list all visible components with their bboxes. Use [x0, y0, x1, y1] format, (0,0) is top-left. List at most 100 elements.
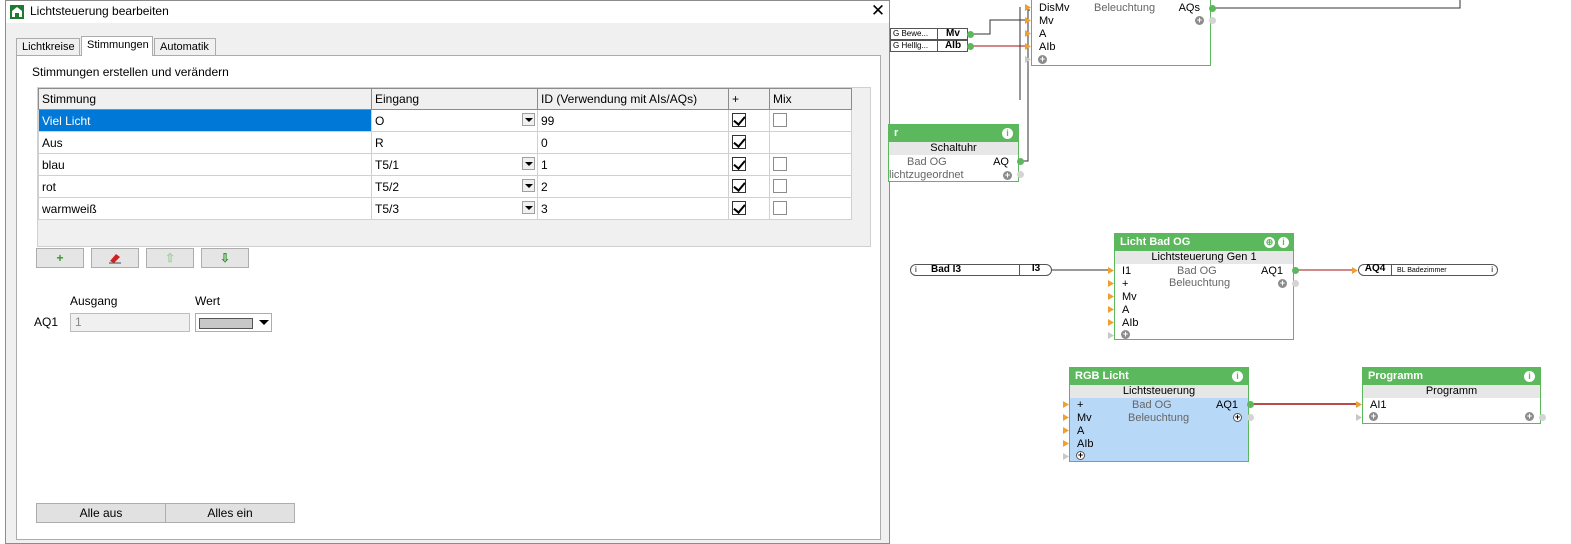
add-input-icon[interactable]: + — [1076, 451, 1085, 460]
cell-id[interactable]: 0 — [537, 131, 729, 154]
plus-checkbox[interactable] — [732, 201, 746, 215]
output-port[interactable] — [1539, 414, 1546, 421]
mix-checkbox[interactable] — [773, 157, 787, 171]
column-header-id[interactable]: ID (Verwendung mit AIs/AQs) — [537, 88, 729, 110]
column-header-mix[interactable]: Mix — [769, 88, 852, 110]
alles-ein-button[interactable]: Alles ein — [165, 503, 295, 523]
add-output-icon[interactable]: + — [1233, 413, 1242, 422]
wert-color-picker[interactable] — [195, 313, 272, 332]
output-port[interactable] — [1209, 17, 1216, 24]
table-row[interactable]: rot T5/2 2 — [38, 175, 852, 198]
dropdown-arrow-icon[interactable] — [522, 113, 535, 126]
cell-eingang[interactable]: O — [371, 109, 538, 132]
plus-checkbox[interactable] — [732, 113, 746, 127]
output-port[interactable] — [1292, 280, 1299, 287]
tab-automatik[interactable]: Automatik — [154, 38, 216, 55]
licht-bad-og-block[interactable]: Licht Bad OG ⊕ i Lichtsteuerung Gen 1 I1… — [1114, 233, 1294, 340]
block-subtitle: Schaltuhr — [889, 142, 1018, 155]
add-button[interactable]: + — [36, 248, 84, 268]
table-row[interactable]: warmweiß T5/3 3 — [38, 197, 852, 220]
move-up-button[interactable]: ⇧ — [146, 248, 194, 268]
cell-eingang[interactable]: R — [371, 131, 538, 154]
pin-dismv: DisMv — [1039, 2, 1070, 14]
dropdown-arrow-icon[interactable] — [522, 201, 535, 214]
cell-id[interactable]: 1 — [537, 153, 729, 176]
add-output-icon[interactable]: + — [1525, 412, 1534, 421]
table-row[interactable]: Aus R 0 — [38, 131, 852, 154]
move-down-button[interactable]: ⇩ — [201, 248, 249, 268]
ref-right-text: AIb — [937, 40, 968, 51]
table-row[interactable]: Viel Licht O 99 — [38, 109, 852, 132]
add-input-icon[interactable]: + — [1369, 412, 1378, 421]
output-ref-aq4[interactable]: AQ4 BL Badezimmer i — [1358, 264, 1498, 276]
add-output-icon[interactable]: + — [1003, 171, 1012, 180]
cell-stimmung[interactable]: Aus — [38, 131, 372, 154]
section-label: Stimmungen erstellen und verändern — [32, 65, 229, 79]
mix-checkbox[interactable] — [773, 201, 787, 215]
close-icon[interactable]: ✕ — [868, 2, 888, 22]
output-port[interactable] — [1017, 171, 1024, 178]
beleuchtung-block[interactable]: DisMv Mv A AIb Beleuchtung AQs + + — [1031, 0, 1211, 66]
ausgang-field[interactable]: 1 — [70, 313, 190, 332]
cell-mix — [769, 153, 852, 176]
mix-checkbox[interactable] — [773, 179, 787, 193]
pin-plus: + — [1122, 278, 1129, 290]
ref-block-bewegung[interactable]: G Bewe... Mv — [890, 28, 968, 40]
programm-block[interactable]: Programm i Programm AI1 + + — [1362, 367, 1541, 424]
add-input-icon[interactable]: + — [1121, 330, 1130, 339]
pin-aib: AIb — [1077, 438, 1094, 450]
pin-aib: AIb — [1039, 41, 1056, 53]
info-icon[interactable]: i — [1278, 237, 1289, 248]
ref-block-helligkeit[interactable]: G Helllg... AIb — [890, 40, 968, 52]
plus-checkbox[interactable] — [732, 157, 746, 171]
block-label: lichtzugeordnet — [889, 169, 964, 181]
output-port[interactable] — [1209, 5, 1216, 12]
dropdown-arrow-icon[interactable] — [522, 179, 535, 192]
cell-eingang[interactable]: T5/1 — [371, 153, 538, 176]
schaltuhr-block[interactable]: r i Schaltuhr Bad OG AQ lichtzugeordnet … — [888, 124, 1019, 182]
pin-plus: + — [1077, 399, 1084, 411]
output-port[interactable] — [967, 43, 974, 50]
cell-stimmung[interactable]: Viel Licht — [38, 109, 372, 132]
column-header-plus[interactable]: + — [728, 88, 770, 110]
cell-stimmung[interactable]: warmweiß — [38, 197, 372, 220]
column-header-eingang[interactable]: Eingang — [371, 88, 538, 110]
delete-button[interactable] — [91, 248, 139, 268]
output-port[interactable] — [1247, 414, 1254, 421]
cell-id[interactable]: 2 — [537, 175, 729, 198]
info-icon[interactable]: i — [1232, 371, 1243, 382]
add-output-icon[interactable]: + — [1278, 279, 1287, 288]
pin-a: A — [1039, 28, 1047, 40]
table-row[interactable]: blau T5/1 1 — [38, 153, 852, 176]
cell-eingang[interactable]: T5/2 — [371, 175, 538, 198]
output-port[interactable] — [1017, 158, 1024, 165]
rgb-licht-block[interactable]: RGB Licht i Lichtsteuerung + Mv A AIb Ba… — [1069, 367, 1249, 462]
info-icon[interactable]: i — [1524, 371, 1535, 382]
output-port[interactable] — [967, 31, 974, 38]
mix-checkbox[interactable] — [773, 113, 787, 127]
output-port[interactable] — [1292, 267, 1299, 274]
add-output-icon[interactable]: + — [1195, 16, 1204, 25]
column-header-stimmung[interactable]: Stimmung — [38, 88, 372, 110]
block-label: Beleuchtung — [1128, 412, 1190, 424]
cell-id[interactable]: 3 — [537, 197, 729, 220]
plus-checkbox[interactable] — [732, 179, 746, 193]
dropdown-arrow-icon[interactable] — [522, 157, 535, 170]
add-input-icon[interactable]: + — [1038, 55, 1047, 64]
cell-stimmung[interactable]: blau — [38, 153, 372, 176]
cell-stimmung[interactable]: rot — [38, 175, 372, 198]
alle-aus-button[interactable]: Alle aus — [36, 503, 166, 523]
output-port[interactable] — [1247, 401, 1254, 408]
block-subtitle: Lichtsteuerung Gen 1 — [1115, 251, 1293, 264]
pin-a: A — [1122, 304, 1130, 316]
pin-aqs: AQs — [1178, 2, 1200, 14]
tab-stimmungen[interactable]: Stimmungen — [81, 36, 153, 56]
cell-eingang[interactable]: T5/3 — [371, 197, 538, 220]
input-ref-bad-i3[interactable]: i Bad I3 I3 — [910, 264, 1052, 276]
cell-eingang-text: R — [375, 135, 384, 150]
info-icon[interactable]: i — [1002, 128, 1013, 139]
tab-lichtkreise[interactable]: Lichtkreise — [16, 38, 80, 55]
plus-checkbox[interactable] — [732, 135, 746, 149]
cell-id[interactable]: 99 — [537, 109, 729, 132]
settings-icon[interactable]: ⊕ — [1264, 237, 1275, 248]
